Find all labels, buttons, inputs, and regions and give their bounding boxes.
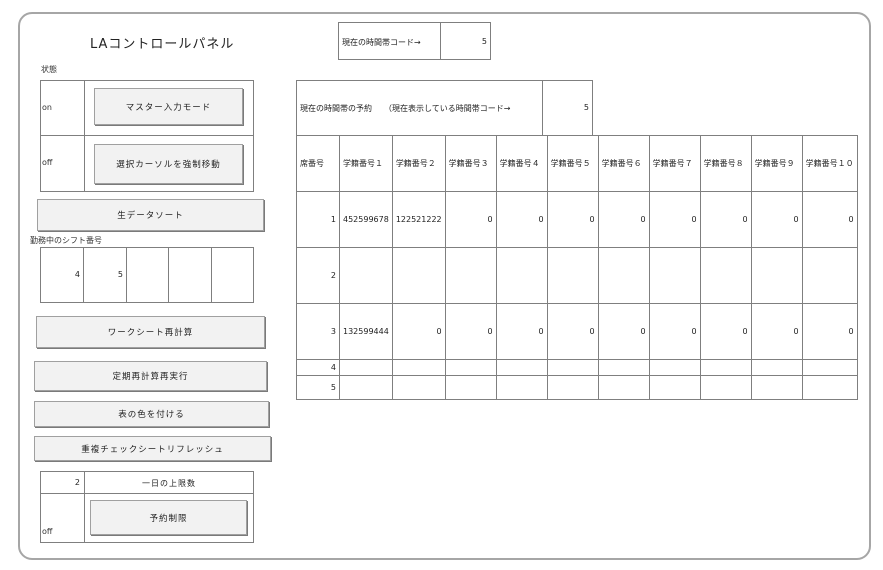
table-row: 1 452599678 122521222 0 0 0 0 0 0 0 0 xyxy=(296,191,858,248)
column-header: 学籍番号３ xyxy=(444,135,497,192)
student-id-cell[interactable] xyxy=(339,375,393,400)
student-id-cell[interactable]: 0 xyxy=(801,191,858,248)
student-id-cell[interactable]: 0 xyxy=(546,303,599,360)
student-id-cell[interactable]: 0 xyxy=(597,303,650,360)
student-id-cell[interactable] xyxy=(495,375,548,400)
student-id-cell[interactable] xyxy=(699,359,752,376)
current-timecode-label: 現在の時間帯コード→ xyxy=(342,38,421,47)
table-row: 5 xyxy=(296,375,858,400)
student-id-cell[interactable] xyxy=(801,375,858,400)
student-id-cell[interactable] xyxy=(546,247,599,304)
student-id-cell[interactable]: 0 xyxy=(648,303,701,360)
master-input-mode-button[interactable]: マスター入力モード xyxy=(94,88,243,125)
table-row: 3 132599444 0 0 0 0 0 0 0 0 0 xyxy=(296,303,858,360)
student-id-cell[interactable]: 0 xyxy=(750,191,803,248)
student-id-cell[interactable] xyxy=(495,359,548,376)
student-id-cell[interactable] xyxy=(750,247,803,304)
column-header: 学籍番号８ xyxy=(699,135,752,192)
student-id-cell[interactable] xyxy=(495,247,548,304)
student-id-cell[interactable] xyxy=(391,247,446,304)
column-header: 学籍番号６ xyxy=(597,135,650,192)
student-id-cell[interactable]: 0 xyxy=(391,303,446,360)
column-header: 学籍番号１ xyxy=(339,135,393,192)
student-id-cell[interactable] xyxy=(546,375,599,400)
column-header: 学籍番号９ xyxy=(750,135,803,192)
student-id-cell[interactable]: 452599678 xyxy=(339,191,393,248)
column-header: 席番号 xyxy=(296,135,340,192)
status-state-on: on xyxy=(42,103,52,112)
reservation-restrict-button[interactable]: 予約制限 xyxy=(90,500,247,535)
student-id-cell[interactable]: 122521222 xyxy=(391,191,446,248)
student-id-cell[interactable] xyxy=(444,375,497,400)
student-id-cell[interactable] xyxy=(546,359,599,376)
student-id-cell[interactable] xyxy=(801,247,858,304)
student-id-cell[interactable] xyxy=(597,359,650,376)
daily-limit-value: 2 xyxy=(74,478,80,487)
column-header: 学籍番号５ xyxy=(546,135,599,192)
student-id-cell[interactable]: 132599444 xyxy=(339,303,393,360)
column-header: 学籍番号２ xyxy=(391,135,446,192)
shift-number-cell: 4 xyxy=(74,270,80,279)
student-id-cell[interactable] xyxy=(597,247,650,304)
table-row: 4 xyxy=(296,359,858,376)
duplicate-check-refresh-button[interactable]: 重複チェックシートリフレッシュ xyxy=(34,436,271,461)
student-id-cell[interactable] xyxy=(339,359,393,376)
shift-number-cell: 5 xyxy=(117,270,123,279)
color-table-button[interactable]: 表の色を付ける xyxy=(34,401,269,427)
student-id-cell[interactable] xyxy=(750,375,803,400)
student-id-cell[interactable] xyxy=(339,247,393,304)
worksheet-recalc-button[interactable]: ワークシート再計算 xyxy=(36,316,265,348)
student-id-cell[interactable]: 0 xyxy=(597,191,650,248)
reservation-table: 席番号 学籍番号１ 学籍番号２ 学籍番号３ 学籍番号４ 学籍番号５ 学籍番号６ 学籍番号７ 学籍… xyxy=(296,135,858,400)
status-label: 状態 xyxy=(41,65,57,74)
reservation-caption: 現在の時間帯の予約 （現在表示している時間帯コード→ xyxy=(300,104,511,113)
student-id-cell[interactable] xyxy=(699,375,752,400)
student-id-cell[interactable] xyxy=(444,247,497,304)
student-id-cell[interactable]: 0 xyxy=(648,191,701,248)
student-id-cell[interactable]: 0 xyxy=(495,303,548,360)
raw-data-sort-button[interactable]: 生データソート xyxy=(37,199,264,231)
student-id-cell[interactable] xyxy=(699,247,752,304)
seat-number-cell[interactable]: 3 xyxy=(296,303,340,360)
student-id-cell[interactable]: 0 xyxy=(699,303,752,360)
seat-number-cell[interactable]: 4 xyxy=(296,359,340,376)
table-header-row: 席番号 学籍番号１ 学籍番号２ 学籍番号３ 学籍番号４ 学籍番号５ 学籍番号６ 学籍番号７ 学籍… xyxy=(296,135,858,192)
shift-number-label: 勤務中のシフト番号 xyxy=(30,236,102,245)
seat-number-cell[interactable]: 5 xyxy=(296,375,340,400)
restrict-state: off xyxy=(42,527,53,536)
periodic-recalc-rerun-button[interactable]: 定期再計算再実行 xyxy=(34,361,267,391)
page-title: LAコントロールパネル xyxy=(90,37,235,52)
student-id-cell[interactable]: 0 xyxy=(495,191,548,248)
student-id-cell[interactable] xyxy=(444,359,497,376)
reservation-code-value: 5 xyxy=(583,103,589,112)
student-id-cell[interactable] xyxy=(648,247,701,304)
status-state-off: off xyxy=(42,158,53,167)
student-id-cell[interactable]: 0 xyxy=(444,191,497,248)
student-id-cell[interactable]: 0 xyxy=(801,303,858,360)
seat-number-cell[interactable]: 1 xyxy=(296,191,340,248)
student-id-cell[interactable]: 0 xyxy=(699,191,752,248)
column-header: 学籍番号１０ xyxy=(801,135,858,192)
column-header: 学籍番号７ xyxy=(648,135,701,192)
current-timecode-value: 5 xyxy=(481,37,487,46)
student-id-cell[interactable]: 0 xyxy=(444,303,497,360)
table-row: 2 xyxy=(296,247,858,304)
force-move-cursor-button[interactable]: 選択カーソルを強制移動 xyxy=(94,144,243,184)
student-id-cell[interactable] xyxy=(391,359,446,376)
student-id-cell[interactable] xyxy=(648,375,701,400)
seat-number-cell[interactable]: 2 xyxy=(296,247,340,304)
student-id-cell[interactable]: 0 xyxy=(750,303,803,360)
daily-limit-label: 一日の上限数 xyxy=(142,479,196,488)
student-id-cell[interactable] xyxy=(391,375,446,400)
student-id-cell[interactable]: 0 xyxy=(546,191,599,248)
student-id-cell[interactable] xyxy=(648,359,701,376)
student-id-cell[interactable] xyxy=(750,359,803,376)
column-header: 学籍番号４ xyxy=(495,135,548,192)
student-id-cell[interactable] xyxy=(801,359,858,376)
student-id-cell[interactable] xyxy=(597,375,650,400)
